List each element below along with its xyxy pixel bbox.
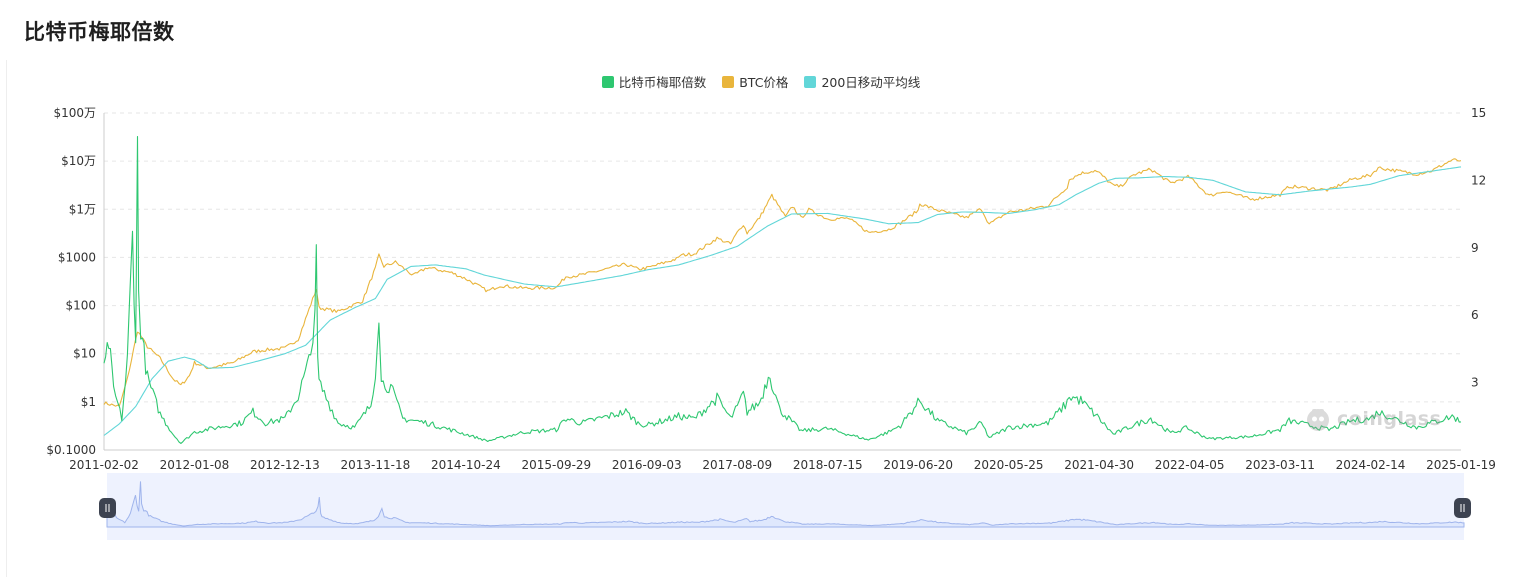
- series-ma200: [103, 166, 1462, 436]
- series-mayer-multiple: [103, 135, 1462, 444]
- y-right-tick-label: 6: [1471, 308, 1479, 322]
- navigator-handle-right[interactable]: [1454, 498, 1471, 518]
- y-right-tick-label: 12: [1471, 173, 1486, 187]
- watermark-text: coinglass: [1337, 408, 1442, 430]
- y-axis-right-labels: 3 6 9 12 15: [1471, 106, 1486, 390]
- chart-canvas[interactable]: $0.1000 $1 $10 $100 $1000 $1万 $10万 $100万 3 6 9 12 1…: [0, 0, 1522, 577]
- y-left-tick-label: $100: [65, 299, 96, 313]
- x-tick-label: 2018-07-15: [793, 458, 863, 472]
- x-tick-label: 2017-08-09: [702, 458, 772, 472]
- x-tick-label: 2012-01-08: [160, 458, 230, 472]
- y-left-tick-label: $10: [73, 347, 96, 361]
- x-tick-label: 2021-04-30: [1064, 458, 1134, 472]
- y-right-tick-label: 3: [1471, 376, 1479, 390]
- navigator-handle-left[interactable]: [99, 498, 116, 518]
- watermark: coinglass: [1305, 406, 1441, 432]
- y-right-tick-label: 9: [1471, 241, 1479, 255]
- navigator-background: [107, 473, 1464, 540]
- series-btc-price: [103, 158, 1462, 407]
- x-axis-labels: 2011-02-02 2012-01-08 2012-12-13 2013-11-18…: [69, 458, 1496, 472]
- x-tick-label: 2014-10-24: [431, 458, 501, 472]
- y-left-tick-label: $100万: [53, 106, 96, 120]
- x-tick-label: 2020-05-25: [974, 458, 1044, 472]
- y-left-tick-label: $1万: [69, 202, 96, 216]
- navigator[interactable]: [99, 473, 1471, 540]
- x-tick-label: 2023-03-11: [1245, 458, 1315, 472]
- x-tick-label: 2015-09-29: [521, 458, 591, 472]
- y-left-tick-label: $1000: [58, 250, 96, 264]
- x-tick-label: 2013-11-18: [341, 458, 411, 472]
- y-left-tick-label: $0.1000: [46, 443, 96, 457]
- y-left-tick-label: $10万: [61, 154, 96, 168]
- x-tick-label: 2011-02-02: [69, 458, 139, 472]
- x-tick-label: 2012-12-13: [250, 458, 320, 472]
- y-left-tick-label: $1: [81, 395, 96, 409]
- x-tick-label: 2024-02-14: [1336, 458, 1406, 472]
- x-tick-label: 2022-04-05: [1155, 458, 1225, 472]
- y-right-tick-label: 15: [1471, 106, 1486, 120]
- x-tick-label: 2019-06-20: [883, 458, 953, 472]
- x-tick-label: 2016-09-03: [612, 458, 682, 472]
- coinglass-logo-icon: [1307, 409, 1329, 431]
- series-layer: [103, 135, 1462, 444]
- y-axis-left-labels: $0.1000 $1 $10 $100 $1000 $1万 $10万 $100万: [46, 106, 96, 457]
- x-tick-label: 2025-01-19: [1426, 458, 1496, 472]
